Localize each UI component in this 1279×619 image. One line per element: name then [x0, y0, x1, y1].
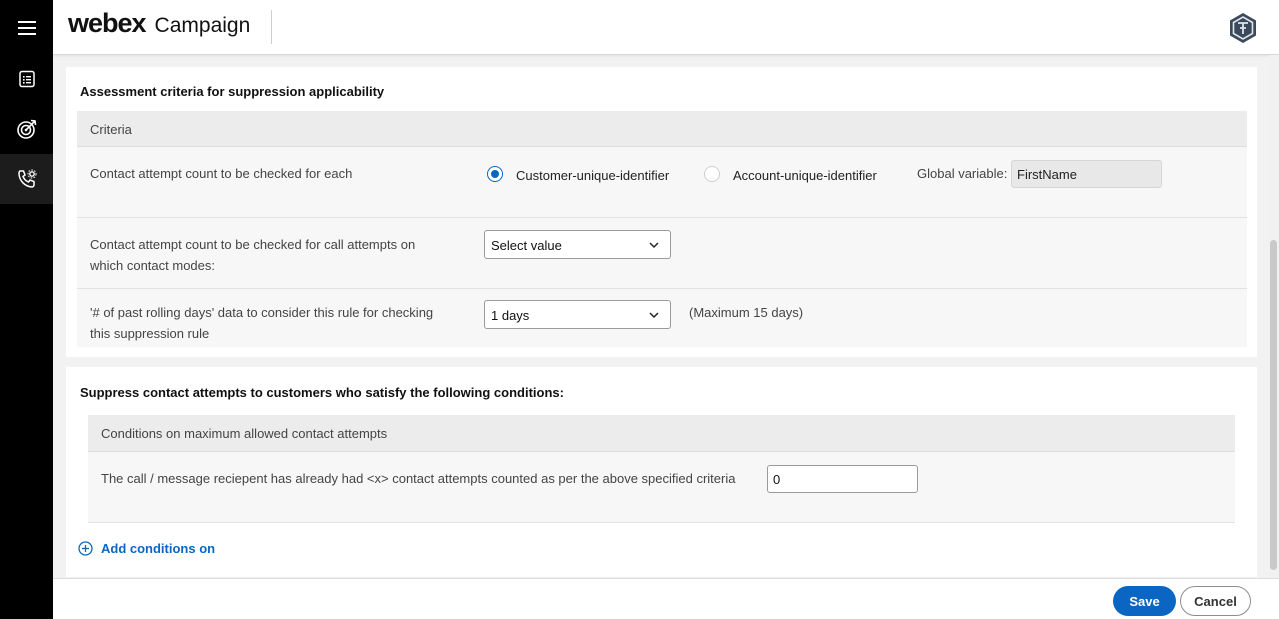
contact-modes-select-value: Select value — [491, 238, 562, 253]
phone-settings-icon — [17, 169, 36, 188]
criteria-row-identifier: Contact attempt count to be checked for … — [77, 147, 1247, 218]
contact-modes-label-line1: Contact attempt count to be checked for … — [90, 237, 416, 252]
radio-customer-unique-identifier[interactable] — [487, 166, 503, 182]
assessment-criteria-panel: Assessment criteria for suppression appl… — [66, 67, 1257, 357]
save-button[interactable]: Save — [1113, 586, 1176, 616]
rolling-days-label: '# of past rolling days' data to conside… — [90, 302, 433, 344]
radio-account-label: Account-unique-identifier — [733, 168, 877, 183]
contact-modes-select[interactable]: Select value — [484, 230, 671, 259]
user-avatar-icon — [1230, 13, 1256, 43]
max-attempts-label: The call / message reciepent has already… — [101, 471, 736, 486]
nav-campaigns-button[interactable] — [0, 54, 53, 104]
chevron-down-icon — [649, 312, 659, 319]
add-conditions-button[interactable]: Add conditions on — [78, 541, 215, 556]
menu-icon — [17, 21, 36, 35]
section-title-assessment: Assessment criteria for suppression appl… — [80, 84, 385, 99]
top-header: webex Campaign — [53, 0, 1279, 55]
footer-bar: Save Cancel — [53, 578, 1279, 619]
global-variable-label: Global variable: — [917, 166, 1008, 181]
rolling-days-label-line1: '# of past rolling days' data to conside… — [90, 305, 434, 320]
contact-modes-label: Contact attempt count to be checked for … — [90, 234, 415, 276]
header-divider — [271, 10, 272, 44]
radio-customer-label: Customer-unique-identifier — [516, 168, 670, 183]
criteria-table: Criteria Contact attempt count to be che… — [77, 111, 1247, 347]
user-avatar[interactable] — [1227, 12, 1259, 44]
rolling-days-select[interactable]: 1 days — [484, 300, 671, 329]
cancel-button[interactable]: Cancel — [1180, 586, 1251, 616]
criteria-row-contact-modes: Contact attempt count to be checked for … — [77, 218, 1247, 289]
rolling-days-hint: (Maximum 15 days) — [689, 305, 804, 320]
rolling-days-select-value: 1 days — [491, 308, 530, 323]
menu-button[interactable] — [0, 3, 53, 53]
plus-circle-icon — [78, 541, 93, 556]
conditions-table-header: Conditions on maximum allowed contact at… — [88, 415, 1235, 452]
target-icon — [16, 119, 36, 139]
conditions-table: Conditions on maximum allowed contact at… — [88, 415, 1235, 523]
global-variable-field: FirstName — [1011, 160, 1162, 188]
max-attempts-input[interactable]: 0 — [767, 465, 918, 493]
app-name: Campaign — [154, 14, 251, 37]
left-nav-rail — [0, 0, 53, 619]
add-conditions-label: Add conditions on — [101, 541, 216, 556]
chevron-down-icon — [649, 242, 659, 249]
nav-targets-button[interactable] — [0, 104, 53, 154]
brand: webex Campaign — [68, 8, 250, 39]
section-title-suppress: Suppress contact attempts to customers w… — [80, 385, 564, 400]
condition-row-max-attempts: The call / message reciepent has already… — [88, 452, 1235, 523]
scrollbar-thumb[interactable] — [1270, 240, 1277, 570]
list-icon — [18, 70, 35, 88]
webex-logo: webex — [68, 8, 147, 38]
identifier-label: Contact attempt count to be checked for … — [90, 166, 353, 181]
radio-account-unique-identifier[interactable] — [704, 166, 720, 182]
rolling-days-label-line2: this suppression rule — [90, 326, 210, 341]
suppress-conditions-panel: Suppress contact attempts to customers w… — [66, 367, 1257, 577]
contact-modes-label-line2: which contact modes: — [90, 258, 216, 273]
criteria-row-rolling-days: '# of past rolling days' data to conside… — [77, 289, 1247, 347]
criteria-table-header: Criteria — [77, 111, 1247, 147]
nav-contact-strategy-button[interactable] — [0, 154, 53, 204]
